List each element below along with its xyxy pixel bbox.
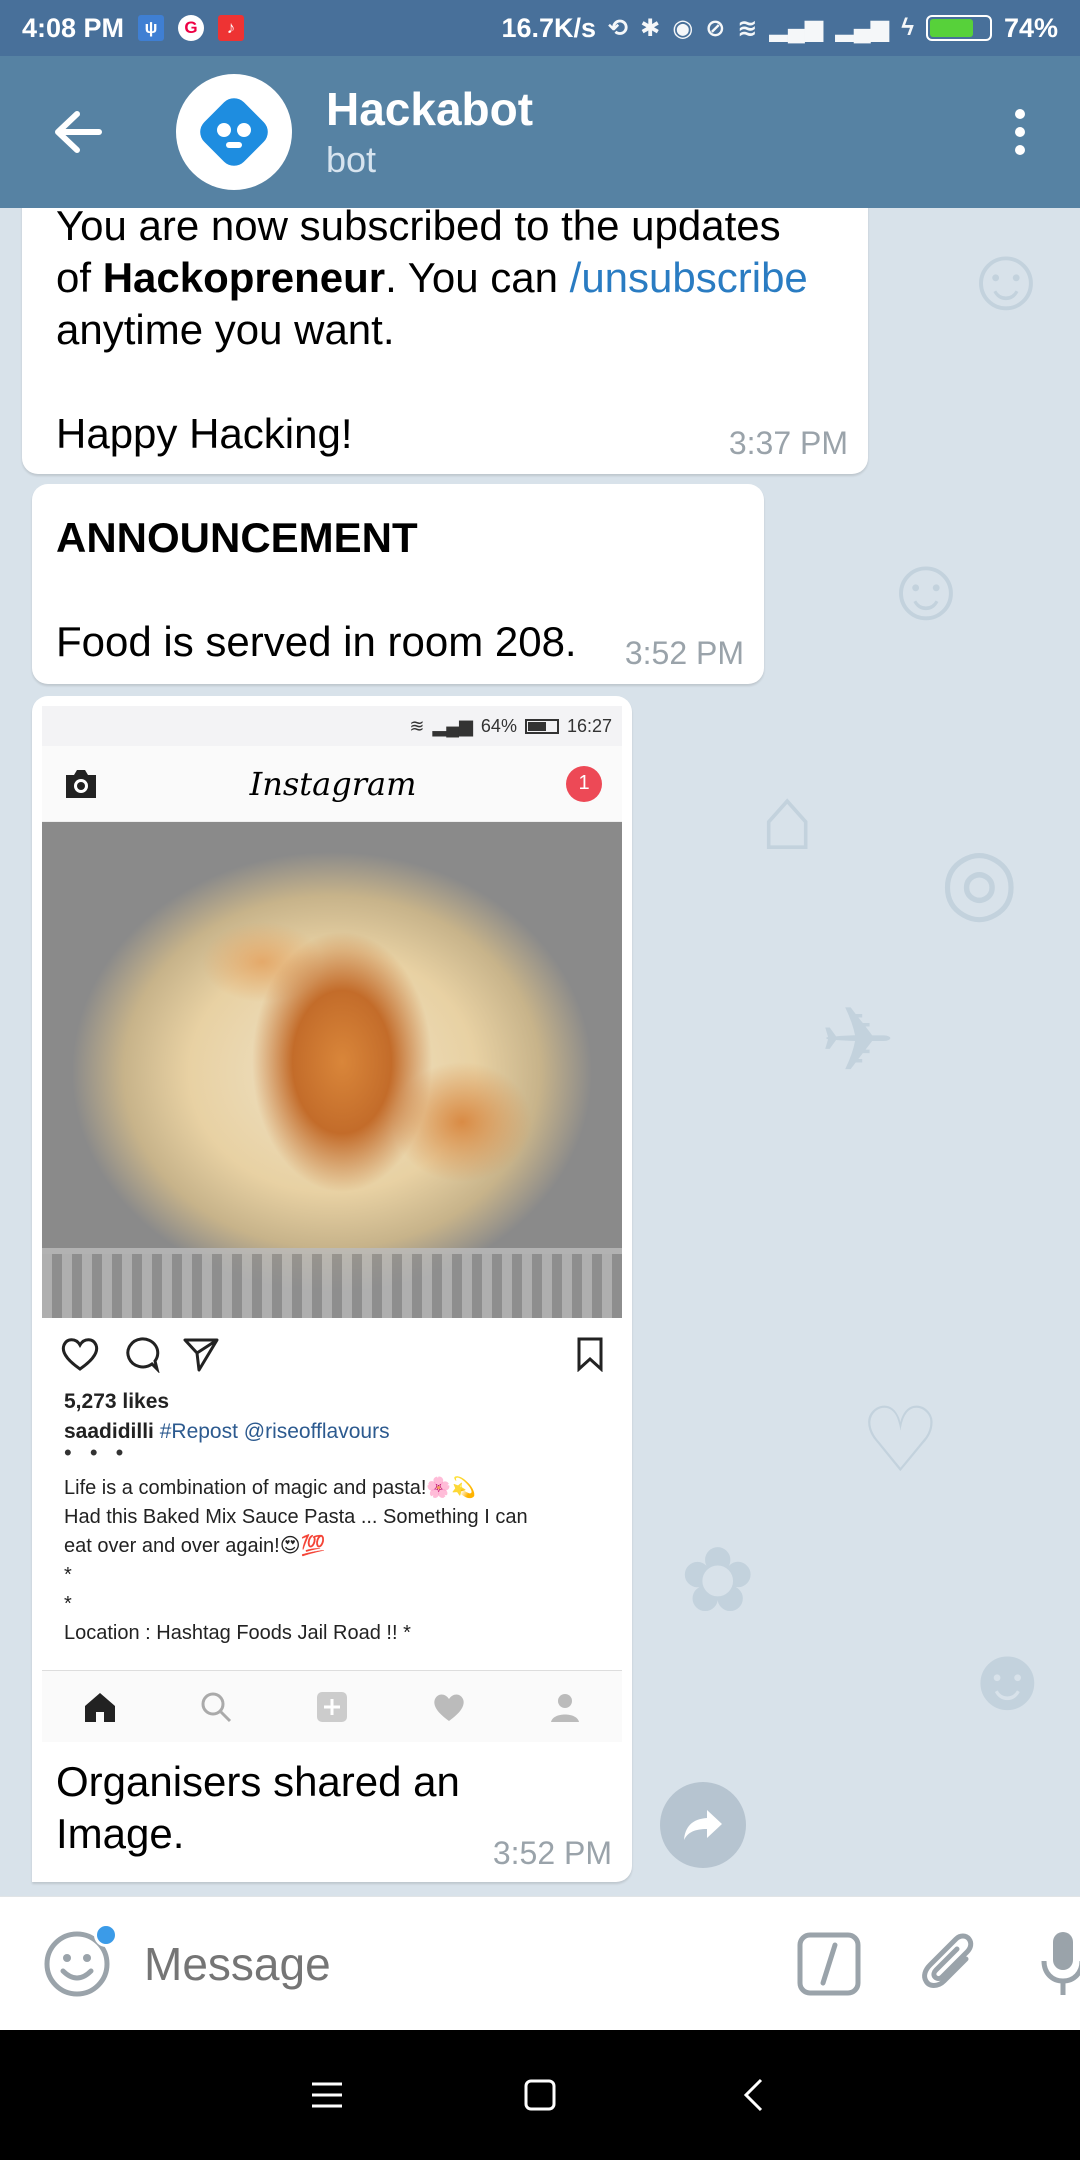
recents-button[interactable]: [292, 2060, 362, 2130]
chat-header: Hackabot bot: [0, 56, 1080, 208]
menu-lines-icon: [311, 2082, 342, 2108]
add-post-icon: [316, 1691, 347, 1722]
bookmark-icon: [577, 1337, 603, 1372]
attach-button[interactable]: [920, 1929, 980, 1999]
shared-image[interactable]: ≋ ▂▄▆ 64% 16:27 Instagram 1 5,273 likes …: [42, 706, 622, 1742]
share-button[interactable]: [660, 1782, 746, 1868]
notification-dot: [94, 1922, 118, 1947]
announcement-heading: ANNOUNCEMENT: [56, 514, 418, 561]
food-photo: [42, 822, 622, 1318]
image-caption: Organisers shared an Image.: [56, 1758, 460, 1857]
bone-doodle-icon: ✈: [820, 991, 896, 1091]
toggle-icon: ◉: [672, 14, 694, 42]
notification-badge: 1: [566, 765, 602, 802]
status-time: 4:08 PM: [22, 12, 125, 43]
foil-tray: [42, 1248, 622, 1318]
caption-dots: • • •: [64, 1440, 130, 1465]
profile-icon: [550, 1693, 579, 1722]
music-icon: ♪: [218, 15, 245, 41]
camera-icon: [66, 769, 96, 798]
bluetooth-icon: ✱: [640, 14, 661, 42]
heart-icon: [61, 1338, 99, 1371]
chat-subtitle: bot: [326, 139, 377, 180]
project-name: Hackopreneur: [102, 254, 386, 301]
share-icon: [684, 1810, 722, 1840]
avatar[interactable]: [176, 74, 292, 190]
dog-doodle-icon: ☻: [960, 1629, 1055, 1729]
more-options-button[interactable]: [1000, 84, 1040, 180]
arrow-left-icon: [55, 111, 102, 153]
message-time: 3:37 PM: [728, 425, 848, 461]
status-bar: 4:08 PM ψ G ♪ 16.7K/s ⟲ ✱ ◉ ⊘ ≋ ▂▄▆ ▂▄▆ …: [0, 0, 1080, 56]
message-bubble-subscribed[interactable]: You are now subscribed to the updates of…: [22, 208, 868, 474]
post-author: saadidilli #Repost @riseofflavours: [42, 1414, 622, 1444]
chat-title: Hackabot: [326, 83, 534, 135]
heart-doodle-icon: ♡: [860, 1391, 941, 1491]
likes-count: 5,273 likes: [64, 1390, 170, 1413]
home-icon: [85, 1692, 116, 1722]
instagram-header: Instagram 1: [42, 746, 622, 822]
wifi-icon: ≋: [737, 14, 758, 42]
image-status-bar: ≋ ▂▄▆ 64% 16:27: [42, 706, 622, 746]
bot-command-button[interactable]: [796, 1929, 862, 1999]
paw-doodle-icon: ✿: [680, 1531, 756, 1631]
battery-icon: [925, 15, 992, 41]
wifi-icon: ≋: [409, 715, 425, 736]
image-status-time: 16:27: [566, 715, 612, 736]
voice-button[interactable]: [1038, 1929, 1080, 1999]
network-speed: 16.7K/s: [501, 12, 597, 43]
instagram-logo: Instagram: [249, 764, 417, 803]
system-nav-bar: [0, 2030, 1080, 2160]
send-icon: [183, 1338, 219, 1372]
signal-icon: ▂▄▆: [432, 715, 473, 736]
system-back-button[interactable]: [718, 2060, 788, 2130]
signal-icon: ▂▄▆: [769, 14, 824, 42]
cat-doodle-icon: ☺: [880, 539, 972, 639]
message-composer: [0, 1896, 1080, 2030]
post-actions: [42, 1318, 622, 1390]
slash-command-icon: [797, 1932, 861, 1995]
message-line: anytime you want.: [56, 306, 395, 353]
message-line: of Hackopreneur. You can /unsubscribe: [56, 254, 808, 301]
unsubscribe-link[interactable]: /unsubscribe: [570, 254, 808, 301]
message-time: 3:52 PM: [492, 1835, 612, 1871]
home-button[interactable]: [505, 2060, 575, 2130]
battery-percent: 74%: [1003, 12, 1058, 43]
post-caption: Life is a combination of magic and pasta…: [64, 1477, 528, 1644]
comment-icon: [126, 1337, 160, 1373]
house-doodle-icon: ⌂: [760, 769, 815, 869]
chat-area[interactable]: ☺ ☺ ⌂ ◎ ✈ ♡ ☻ ✿ You are now subscribed t…: [0, 208, 1080, 1896]
message-line: Happy Hacking!: [56, 410, 353, 457]
paperclip-icon: [922, 1933, 974, 1988]
microphone-icon: [1041, 1931, 1080, 1995]
battery-icon: [524, 718, 559, 734]
repost-tag: #Repost @riseofflavours: [159, 1420, 390, 1443]
back-button[interactable]: [30, 84, 126, 180]
robot-icon: [200, 98, 268, 166]
fish-doodle-icon: ◎: [940, 831, 1019, 931]
search-icon: [201, 1692, 232, 1722]
mute-icon: ⊘: [705, 14, 726, 42]
sync-icon: ⟲: [608, 14, 629, 42]
cat-doodle-icon: ☺: [960, 229, 1052, 329]
emoji-button[interactable]: [42, 1922, 118, 1999]
usb-icon: ψ: [138, 15, 165, 41]
message-bubble-announcement[interactable]: ANNOUNCEMENT Food is served in room 208.…: [32, 484, 764, 684]
chevron-left-icon: [744, 2078, 763, 2112]
message-line: You are now subscribed to the updates: [56, 208, 781, 249]
message-bubble-image[interactable]: ≋ ▂▄▆ 64% 16:27 Instagram 1 5,273 likes …: [32, 696, 632, 1882]
more-vertical-icon: [1015, 109, 1025, 119]
charging-icon: ϟ: [901, 14, 914, 41]
image-battery-percent: 64%: [480, 715, 517, 736]
google-icon: G: [178, 15, 205, 41]
activity-heart-icon: [434, 1694, 464, 1721]
message-input[interactable]: [144, 1936, 704, 1991]
message-time: 3:52 PM: [624, 635, 744, 671]
instagram-nav-bar: [42, 1670, 622, 1742]
signal-2-icon: ▂▄▆: [835, 14, 890, 42]
square-icon: [524, 2079, 556, 2111]
